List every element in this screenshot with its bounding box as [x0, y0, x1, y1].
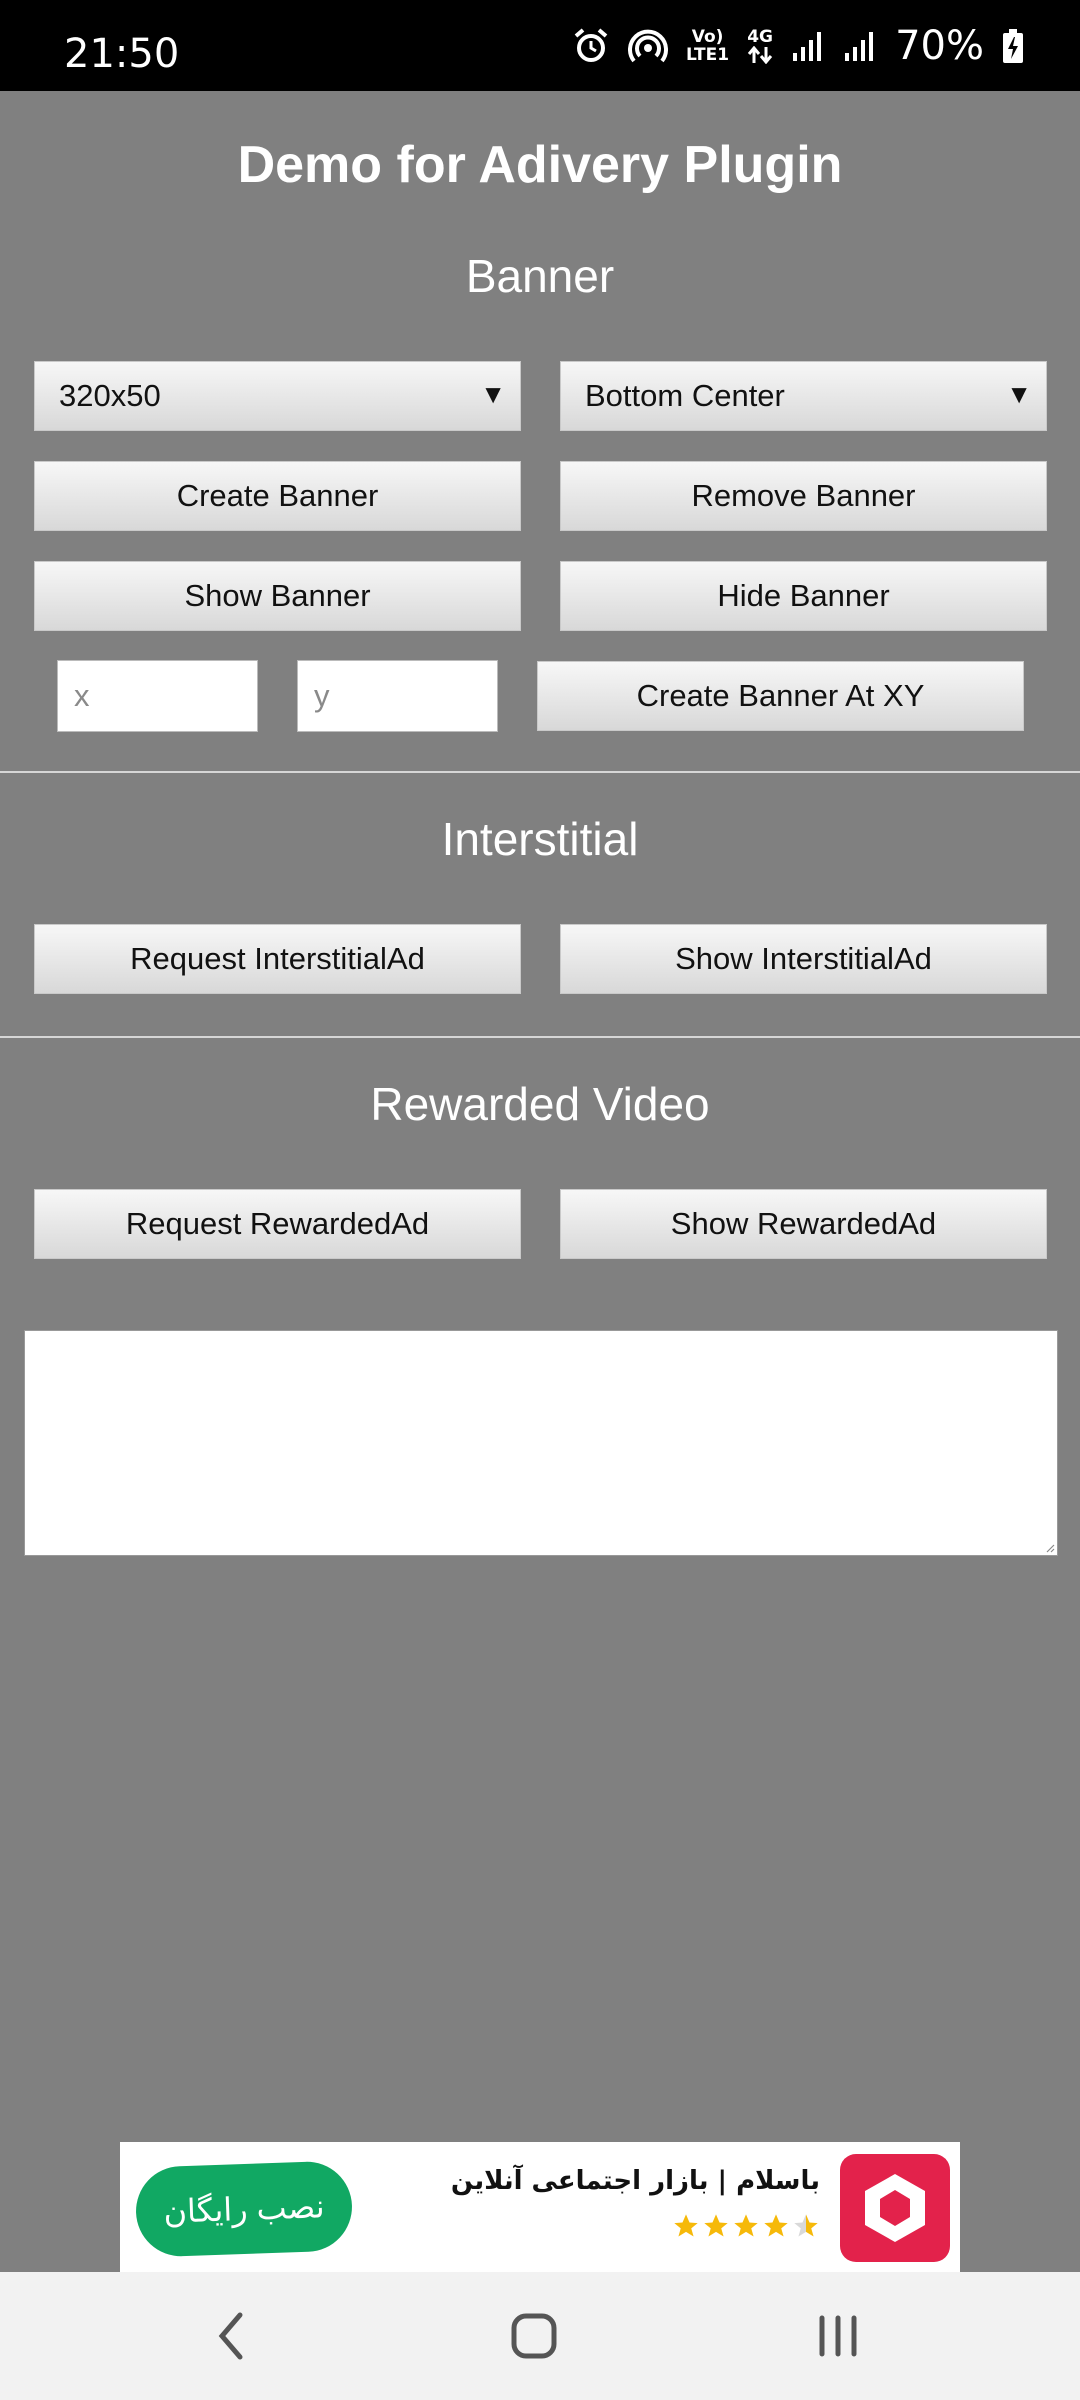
- volte-icon: Vo) LTE1: [686, 26, 730, 65]
- star-icon: [764, 2214, 788, 2237]
- create-banner-button[interactable]: Create Banner: [34, 461, 521, 531]
- y-input[interactable]: y: [297, 660, 498, 732]
- interstitial-heading: Interstitial: [441, 813, 639, 865]
- status-icons: Vo) LTE1 4G 70%: [572, 0, 1024, 91]
- battery-percent: 70%: [895, 22, 984, 69]
- app-logo-icon: [840, 2154, 950, 2262]
- show-interstitial-button[interactable]: Show InterstitialAd: [560, 924, 1047, 994]
- signal-icon: [843, 29, 877, 63]
- data-arrows-icon: 4G: [747, 28, 773, 64]
- request-rewarded-button[interactable]: Request RewardedAd: [34, 1189, 521, 1259]
- remove-banner-button[interactable]: Remove Banner: [560, 461, 1047, 531]
- recents-icon[interactable]: [768, 2272, 908, 2400]
- create-banner-at-xy-button[interactable]: Create Banner At XY: [537, 661, 1024, 731]
- ad-banner[interactable]: نصب رایگان باسلام | بازار اجتماعی آنلاین: [120, 2142, 960, 2272]
- star-icon: [674, 2214, 698, 2237]
- signal-icon: [791, 29, 825, 63]
- page-title: Demo for Adivery Plugin: [237, 136, 843, 194]
- home-icon[interactable]: [464, 2272, 604, 2400]
- install-button[interactable]: نصب رایگان: [134, 2160, 354, 2258]
- status-bar: 21:50 Vo) LTE1 4G 70%: [0, 0, 1080, 91]
- log-textarea[interactable]: [24, 1330, 1058, 1556]
- hide-banner-button[interactable]: Hide Banner: [560, 561, 1047, 631]
- banner-size-select[interactable]: 320x50 ▼: [34, 361, 521, 431]
- navigation-bar: [0, 2272, 1080, 2400]
- resize-grip-icon[interactable]: [1045, 1543, 1055, 1553]
- x-input[interactable]: x: [57, 660, 258, 732]
- banner-heading: Banner: [465, 250, 615, 302]
- ad-title: باسلام | بازار اجتماعی آنلاین: [450, 2166, 820, 2196]
- star-icon: [704, 2214, 728, 2237]
- request-interstitial-button[interactable]: Request InterstitialAd: [34, 924, 521, 994]
- section-divider: [0, 1036, 1080, 1038]
- alarm-icon: [572, 27, 610, 65]
- rewarded-heading: Rewarded Video: [370, 1078, 710, 1130]
- show-banner-button[interactable]: Show Banner: [34, 561, 521, 631]
- hotspot-icon: [628, 26, 668, 66]
- status-time: 21:50: [64, 31, 180, 77]
- banner-size-value: 320x50: [59, 378, 161, 413]
- show-rewarded-button[interactable]: Show RewardedAd: [560, 1189, 1047, 1259]
- dropdown-arrow-icon: ▼: [480, 378, 506, 409]
- section-divider: [0, 771, 1080, 773]
- back-icon[interactable]: [162, 2272, 302, 2400]
- banner-position-select[interactable]: Bottom Center ▼: [560, 361, 1047, 431]
- dropdown-arrow-icon: ▼: [1006, 378, 1032, 409]
- star-icon: [734, 2214, 758, 2237]
- rating-stars: [672, 2212, 820, 2240]
- banner-position-value: Bottom Center: [585, 378, 785, 413]
- battery-charging-icon: [1002, 28, 1024, 64]
- star-half-icon: [794, 2214, 818, 2237]
